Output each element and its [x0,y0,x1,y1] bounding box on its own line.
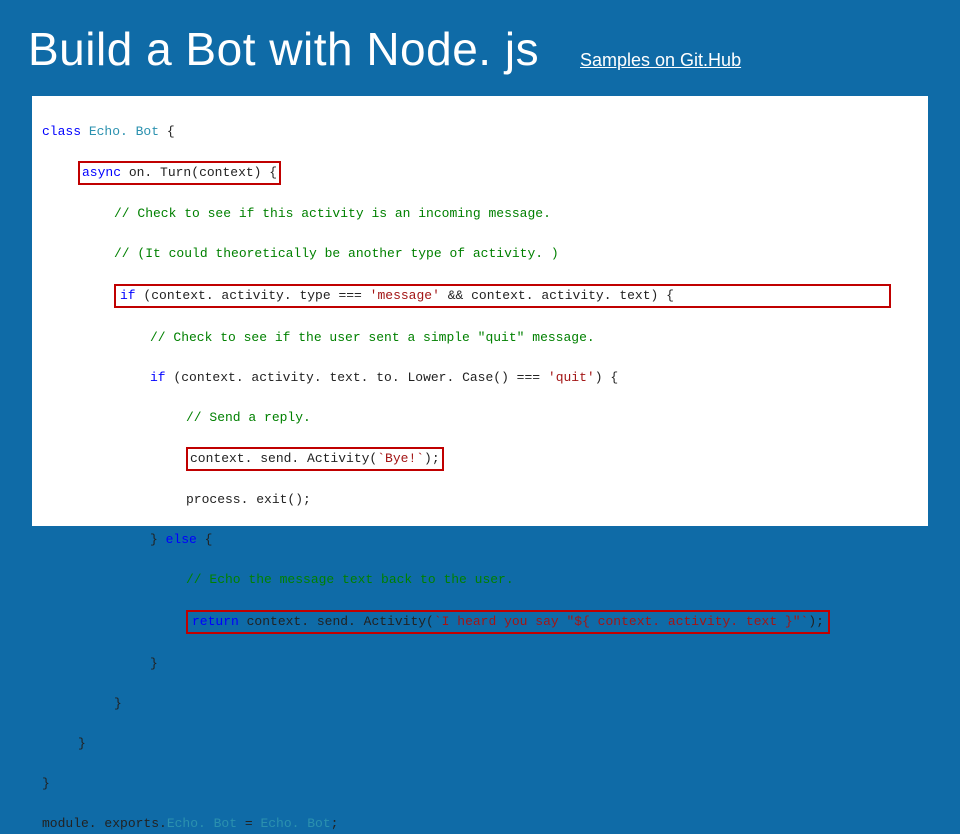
comment: // (It could theoretically be another ty… [114,244,918,264]
highlight-if-message: if (context. activity. type === 'message… [114,284,891,308]
highlight-echo: return context. send. Activity(`I heard … [186,610,830,634]
code-line: process. exit(); [186,490,918,510]
slide-title: Build a Bot with Node. js [28,22,539,76]
highlight-onturn: async on. Turn(context) { [78,161,281,185]
code-line: module. exports.Echo. Bot = Echo. Bot; [42,814,918,834]
highlight-bye: context. send. Activity(`Bye!`); [186,447,444,471]
class-name: Echo. Bot [89,124,159,139]
brace: } [42,774,918,794]
samples-github-link[interactable]: Samples on Git.Hub [580,50,741,71]
comment: // Check to see if the user sent a simpl… [150,328,918,348]
brace: } [114,694,918,714]
kw-class: class [42,124,81,139]
comment: // Echo the message text back to the use… [186,570,918,590]
comment: // Send a reply. [186,408,918,428]
comment: // Check to see if this activity is an i… [114,204,918,224]
code-panel: class Echo. Bot { async on. Turn(context… [32,96,928,526]
param-context: context [199,165,254,180]
brace: } [150,654,918,674]
brace: } [78,734,918,754]
